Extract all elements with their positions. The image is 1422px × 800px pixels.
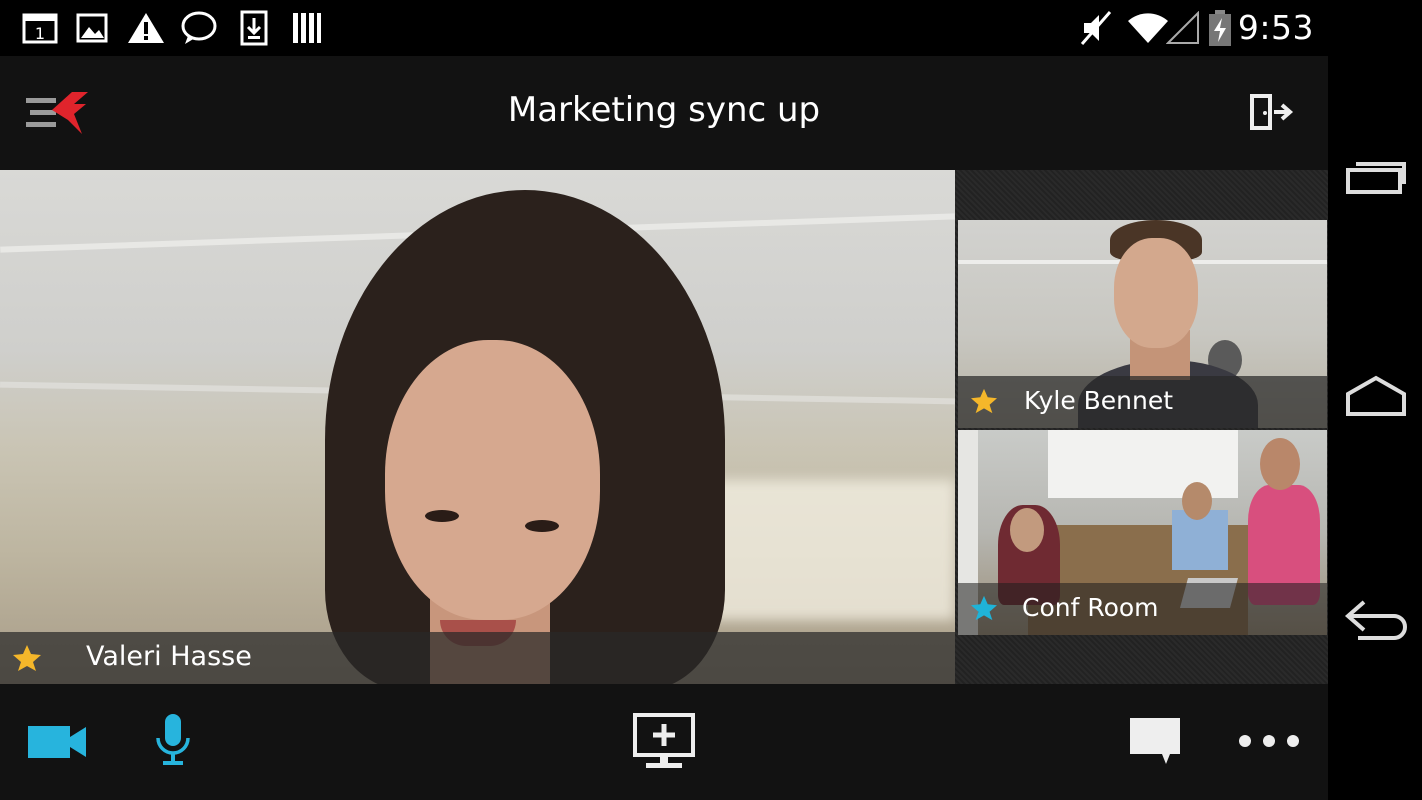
signal-icon: [1166, 10, 1200, 46]
share-screen-icon[interactable]: [632, 712, 696, 772]
recent-apps-icon[interactable]: [1344, 156, 1408, 200]
person-face: [1010, 508, 1044, 552]
participant-eye: [525, 520, 559, 532]
participant-name: Kyle Bennet: [1024, 386, 1174, 415]
name-bar: Valeri Hasse: [0, 632, 955, 684]
video-camera-icon[interactable]: [26, 722, 88, 762]
participant-face: [1114, 238, 1198, 348]
star-icon[interactable]: [970, 595, 998, 621]
star-icon[interactable]: [970, 388, 998, 414]
home-icon[interactable]: [1344, 374, 1408, 422]
call-toolbar: [0, 684, 1328, 800]
calendar-icon: 1: [22, 10, 58, 46]
storage-icon: [292, 10, 322, 46]
download-icon: [240, 10, 268, 46]
star-icon[interactable]: [12, 644, 42, 672]
participant-tile[interactable]: Kyle Bennet: [958, 220, 1327, 428]
chat-bubble-icon: [180, 10, 218, 46]
status-bar: 1 9:53: [0, 0, 1422, 56]
main-video-feed[interactable]: Valeri Hasse: [0, 170, 955, 684]
background-window: [700, 480, 955, 620]
battery-charging-icon: [1208, 10, 1232, 46]
system-nav-bar: [1328, 56, 1422, 800]
chat-icon[interactable]: [1128, 716, 1182, 766]
microphone-icon[interactable]: [154, 712, 192, 768]
more-options-icon[interactable]: [1236, 732, 1302, 750]
warning-icon: [127, 10, 165, 46]
participant-name: Valeri Hasse: [86, 641, 252, 672]
participant-face: [385, 340, 600, 620]
meeting-title: Marketing sync up: [507, 90, 821, 130]
participant-name: Conf Room: [1022, 593, 1159, 622]
image-icon: [76, 10, 108, 46]
participant-panel: Kyle Bennet Conf Room: [955, 170, 1328, 684]
wifi-icon: [1126, 10, 1170, 46]
mute-icon: [1080, 10, 1112, 46]
name-bar: Conf Room: [958, 583, 1327, 635]
person-face: [1260, 438, 1300, 490]
back-icon[interactable]: [1344, 596, 1414, 646]
background-whiteboard: [1048, 430, 1238, 498]
calendar-day: 1: [35, 24, 45, 43]
clock-time: 9:53: [1237, 8, 1314, 47]
person-face: [1182, 482, 1212, 520]
participant-tile[interactable]: Conf Room: [958, 430, 1327, 635]
exit-call-icon[interactable]: [1248, 92, 1294, 136]
name-bar: Kyle Bennet: [958, 376, 1327, 428]
app-header: Marketing sync up: [0, 56, 1328, 170]
participant-eye: [425, 510, 459, 522]
